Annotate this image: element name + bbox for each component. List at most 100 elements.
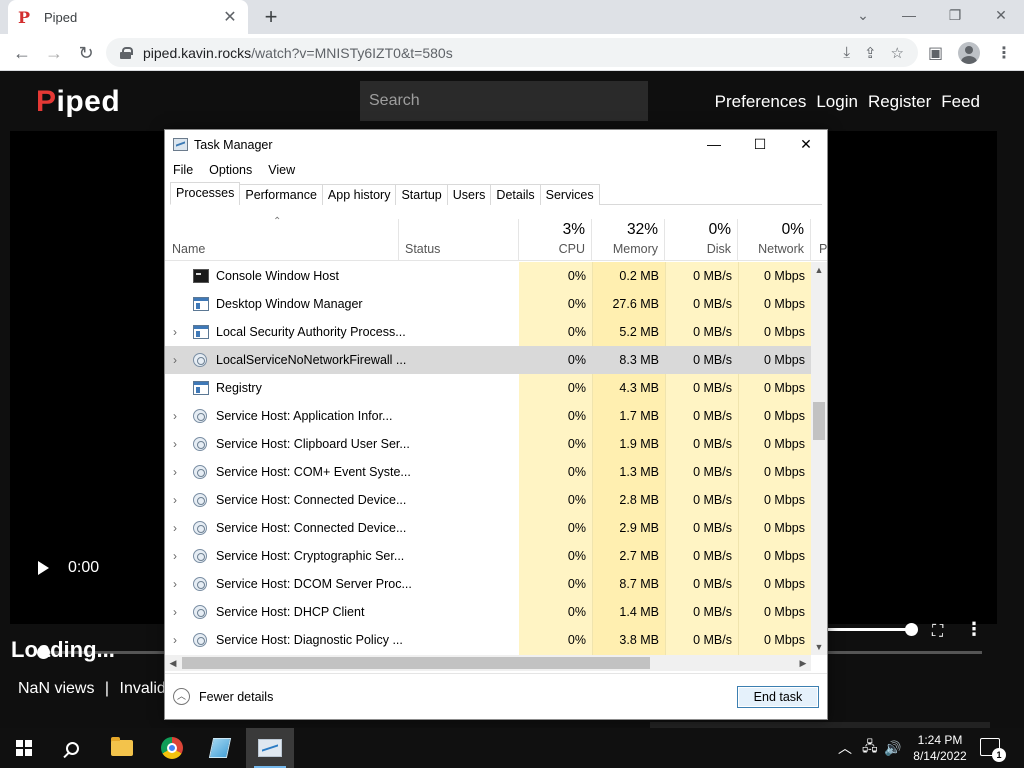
table-row[interactable]: › Service Host: Application Infor... 0% 1.7… <box>165 402 811 430</box>
process-network: 0 Mbps <box>764 353 805 367</box>
volume-handle[interactable] <box>905 623 918 636</box>
fewer-details-button[interactable]: ︿ Fewer details <box>173 688 273 705</box>
taskbar-task-manager[interactable] <box>246 728 294 768</box>
tab-details[interactable]: Details <box>490 184 541 205</box>
end-task-button[interactable]: End task <box>737 686 819 708</box>
table-row[interactable]: › Service Host: DCOM Server Proc... 0% 8.7 … <box>165 570 811 598</box>
table-row[interactable]: › Local Security Authority Process... 0% 5.… <box>165 318 811 346</box>
nav-login[interactable]: Login <box>816 92 858 112</box>
taskbar-clock[interactable]: 1:24 PM 8/14/2022 <box>906 732 974 764</box>
forward-arrow-icon[interactable]: → <box>40 39 68 67</box>
side-panel-icon[interactable]: ▣ <box>928 38 943 67</box>
new-tab-icon[interactable]: + <box>258 4 284 30</box>
close-window-icon[interactable]: ✕ <box>978 0 1024 30</box>
tab-search-chevron-icon[interactable]: ⌄ <box>840 0 886 30</box>
table-row[interactable]: › Service Host: Diagnostic Policy ... 0% 3.… <box>165 626 811 654</box>
url-text[interactable]: piped.kavin.rocks/watch?v=MNISTy6IZT0&t=… <box>143 45 843 61</box>
bookmark-star-icon[interactable]: ☆ <box>891 44 904 62</box>
expand-chevron-icon[interactable]: › <box>173 486 183 514</box>
expand-chevron-icon[interactable]: › <box>173 598 183 626</box>
expand-chevron-icon[interactable]: › <box>173 402 183 430</box>
menu-file[interactable]: File <box>165 159 201 181</box>
column-power-cut[interactable]: P <box>811 219 827 261</box>
task-manager-titlebar[interactable]: Task Manager — ☐ ✕ <box>165 130 827 159</box>
horizontal-scrollbar[interactable]: ◀ ▶ <box>165 655 811 671</box>
fullscreen-icon[interactable]: ⛶ <box>932 623 943 641</box>
table-row[interactable]: Console Window Host 0% 0.2 MB 0 MB/s 0 Mbps <box>165 262 811 290</box>
tab-startup[interactable]: Startup <box>395 184 448 205</box>
share-icon[interactable]: ⇪ <box>864 44 877 62</box>
table-row[interactable]: › Service Host: COM+ Event Syste... 0% 1.3 … <box>165 458 811 486</box>
scroll-left-icon[interactable]: ◀ <box>165 655 181 671</box>
expand-chevron-icon[interactable]: › <box>173 458 183 486</box>
address-bar[interactable]: piped.kavin.rocks/watch?v=MNISTy6IZT0&t=… <box>106 38 918 67</box>
restore-icon[interactable]: ❐ <box>932 0 978 30</box>
table-row[interactable]: › Service Host: Cryptographic Ser... 0% 2.7… <box>165 542 811 570</box>
volume-icon[interactable]: 🔊 <box>884 728 901 768</box>
start-button[interactable] <box>0 728 48 768</box>
minimize-icon[interactable]: — <box>886 0 932 30</box>
table-row[interactable]: › LocalServiceNoNetworkFirewall ... 0% 8.3 … <box>165 346 811 374</box>
column-name[interactable]: ⌃ Name <box>165 216 399 261</box>
tab-performance[interactable]: Performance <box>239 184 323 205</box>
scroll-down-icon[interactable]: ▼ <box>811 639 827 655</box>
table-row[interactable]: › Service Host: Connected Device... 0% 2.8 … <box>165 486 811 514</box>
piped-search-input[interactable]: Search <box>360 81 648 121</box>
tm-close-icon[interactable]: ✕ <box>783 130 829 159</box>
browser-tab[interactable]: P Piped ✕ <box>8 0 248 34</box>
column-disk[interactable]: 0% Disk <box>665 219 738 261</box>
expand-chevron-icon[interactable]: › <box>173 318 183 346</box>
process-cpu: 0% <box>567 297 586 311</box>
network-icon[interactable]: 🖧 <box>862 728 878 768</box>
install-app-icon[interactable]: ⤓ <box>843 44 850 62</box>
scroll-up-icon[interactable]: ▲ <box>811 262 827 278</box>
scroll-right-icon[interactable]: ▶ <box>795 655 811 671</box>
taskbar-chrome[interactable] <box>148 728 196 768</box>
vertical-scrollbar[interactable]: ▲ ▼ <box>811 262 827 655</box>
gear-icon <box>193 493 207 507</box>
tab-app-history[interactable]: App history <box>321 184 397 205</box>
menu-options[interactable]: Options <box>201 159 260 181</box>
piped-logo[interactable]: Piped <box>36 85 120 119</box>
expand-chevron-icon[interactable]: › <box>173 430 183 458</box>
video-title: Loading... <box>11 637 115 662</box>
nav-preferences[interactable]: Preferences <box>715 92 807 112</box>
chrome-menu-icon[interactable]: ⋮ <box>996 38 1012 67</box>
horizontal-scroll-thumb[interactable] <box>182 657 650 669</box>
column-memory[interactable]: 32% Memory <box>592 219 665 261</box>
table-row[interactable]: › Service Host: DHCP Client 0% 1.4 MB 0 MB/s… <box>165 598 811 626</box>
player-more-icon[interactable]: ⋮ <box>965 619 983 640</box>
taskbar-file-explorer[interactable] <box>98 728 146 768</box>
reload-icon[interactable]: ↻ <box>72 39 100 67</box>
tab-close-icon[interactable]: ✕ <box>222 7 238 27</box>
expand-chevron-icon[interactable]: › <box>173 514 183 542</box>
tray-chevron-icon[interactable]: ︿ <box>838 728 852 768</box>
table-row[interactable]: Registry 0% 4.3 MB 0 MB/s 0 Mbps <box>165 374 811 402</box>
tab-users[interactable]: Users <box>446 184 492 205</box>
volume-slider[interactable] <box>826 628 912 631</box>
expand-chevron-icon[interactable]: › <box>173 570 183 598</box>
profile-avatar-icon[interactable] <box>958 41 980 64</box>
table-row[interactable]: › Service Host: Connected Device... 0% 2.9 … <box>165 514 811 542</box>
nav-feed[interactable]: Feed <box>941 92 980 112</box>
expand-chevron-icon[interactable]: › <box>173 346 183 374</box>
column-network[interactable]: 0% Network <box>738 219 811 261</box>
column-cpu[interactable]: 3% CPU <box>519 219 592 261</box>
tab-services[interactable]: Services <box>539 184 600 205</box>
taskbar-search-button[interactable] <box>48 728 96 768</box>
taskbar-notepad[interactable] <box>196 728 244 768</box>
column-status[interactable]: Status <box>399 219 519 261</box>
table-row[interactable]: › Service Host: Clipboard User Ser... 0% 1.… <box>165 430 811 458</box>
vertical-scroll-thumb[interactable] <box>813 402 825 440</box>
tm-maximize-icon[interactable]: ☐ <box>737 130 783 159</box>
table-row[interactable]: Desktop Window Manager 0% 27.6 MB 0 MB/s 0 M… <box>165 290 811 318</box>
nav-register[interactable]: Register <box>868 92 931 112</box>
lock-icon[interactable] <box>120 46 133 59</box>
expand-chevron-icon[interactable]: › <box>173 542 183 570</box>
menu-view[interactable]: View <box>260 159 303 181</box>
back-arrow-icon[interactable]: ← <box>8 39 36 67</box>
tm-minimize-icon[interactable]: — <box>691 130 737 159</box>
play-icon[interactable] <box>38 561 49 575</box>
tab-processes[interactable]: Processes <box>170 182 241 205</box>
expand-chevron-icon[interactable]: › <box>173 626 183 654</box>
